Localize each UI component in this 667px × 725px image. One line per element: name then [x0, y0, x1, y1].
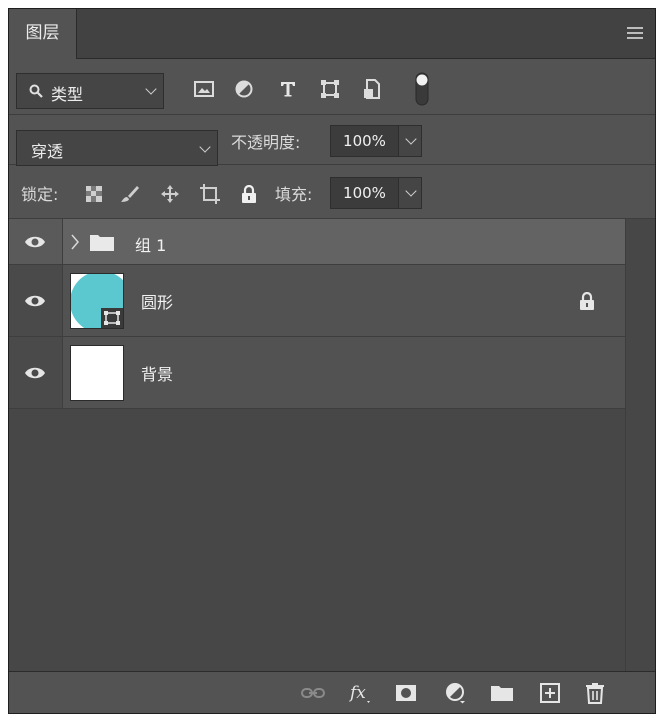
lock-row: 锁定: 填充: 100%	[9, 165, 655, 219]
add-mask-icon[interactable]	[394, 682, 418, 704]
layer-name[interactable]: 圆形	[141, 289, 173, 313]
tab-layers[interactable]: 图层	[9, 9, 77, 59]
layers-list: 组 1 圆形 背景	[9, 219, 655, 671]
search-icon	[29, 84, 43, 98]
opacity-field[interactable]: 100%	[330, 125, 422, 157]
visibility-toggle[interactable]	[9, 219, 63, 264]
layer-row-group[interactable]: 组 1	[9, 219, 625, 265]
lock-image-pixels-icon[interactable]	[119, 183, 141, 205]
opacity-label: 不透明度:	[231, 133, 301, 152]
chevron-down-icon[interactable]	[405, 185, 417, 197]
lock-position-icon[interactable]	[159, 183, 181, 205]
eye-icon[interactable]	[24, 366, 46, 380]
filter-kind-label: 类型	[51, 85, 84, 104]
link-layers-icon[interactable]	[301, 682, 325, 704]
lock-label: 锁定:	[21, 185, 59, 204]
blend-row: 穿透 不透明度: 100%	[9, 115, 655, 166]
layer-row-shape[interactable]: 圆形	[9, 265, 625, 337]
panel-tab-bar: 图层	[9, 9, 655, 59]
lock-transparent-pixels-icon[interactable]	[83, 183, 105, 205]
chevron-right-icon[interactable]	[71, 234, 79, 250]
new-adjustment-layer-icon[interactable]	[444, 682, 468, 704]
smart-object-filter-icon[interactable]	[361, 73, 383, 105]
fill-label: 填充:	[275, 185, 313, 204]
svg-text:fx: fx	[349, 683, 366, 703]
chevron-down-icon	[199, 141, 211, 153]
eye-icon[interactable]	[24, 235, 46, 249]
type-filter-icon[interactable]	[277, 73, 299, 105]
new-layer-icon[interactable]	[538, 682, 562, 704]
panel-menu-icon[interactable]	[627, 27, 643, 41]
shape-filter-icon[interactable]	[319, 73, 341, 105]
filter-kind-select[interactable]: 类型	[16, 73, 164, 109]
opacity-value[interactable]: 100%	[331, 126, 399, 156]
layers-toolbar: fx	[9, 671, 655, 713]
layer-style-fx-icon[interactable]: fx	[349, 682, 373, 704]
lock-all-icon[interactable]	[238, 183, 260, 205]
layers-panel: 图层 类型 穿透 不透明度: 100% 锁定: 填充: 100% 组 1 圆形 …	[8, 8, 656, 714]
filter-row: 类型	[9, 59, 655, 115]
pixel-filter-icon[interactable]	[193, 73, 215, 105]
layer-thumbnail	[70, 345, 124, 401]
filter-toggle-switch[interactable]	[411, 71, 433, 107]
layer-name[interactable]: 组 1	[135, 232, 166, 256]
chevron-down-icon[interactable]	[405, 133, 417, 145]
layer-row-background[interactable]: 背景	[9, 337, 625, 409]
folder-icon	[90, 235, 114, 251]
visibility-toggle[interactable]	[9, 337, 63, 408]
lock-icon	[580, 292, 594, 310]
chevron-down-icon	[145, 83, 157, 95]
scrollbar-track[interactable]	[625, 219, 655, 671]
fill-value[interactable]: 100%	[331, 178, 399, 208]
visibility-toggle[interactable]	[9, 265, 63, 336]
layer-name[interactable]: 背景	[141, 361, 173, 385]
adjustment-filter-icon[interactable]	[233, 73, 255, 105]
blend-mode-label: 穿透	[31, 142, 64, 161]
lock-artboard-icon[interactable]	[199, 183, 221, 205]
layer-thumbnail	[70, 273, 124, 329]
circle-shape-thumbnail	[71, 274, 123, 328]
trash-icon[interactable]	[583, 682, 607, 704]
fill-field[interactable]: 100%	[330, 177, 422, 209]
new-group-folder-icon[interactable]	[490, 682, 514, 704]
blend-mode-select[interactable]: 穿透	[16, 130, 218, 166]
eye-icon[interactable]	[24, 294, 46, 308]
